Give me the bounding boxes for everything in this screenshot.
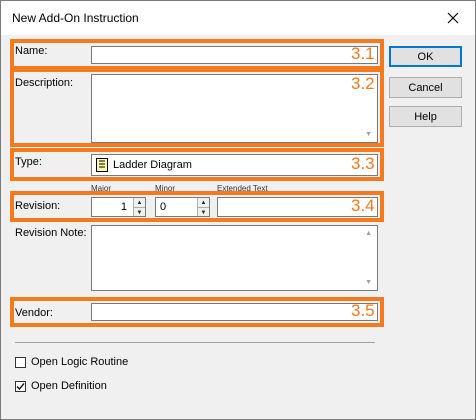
annotation-label-type: 3.3 (351, 154, 375, 173)
annotation-box-type (10, 148, 384, 181)
annotation-label-name: 3.1 (351, 44, 375, 63)
open-logic-routine-checkbox[interactable] (15, 357, 26, 368)
add-on-instruction-dialog: New Add-On Instruction Name: 3.1 Descrip… (0, 0, 476, 420)
cancel-button[interactable]: Cancel (389, 77, 462, 98)
help-button[interactable]: Help (389, 106, 462, 127)
scroll-up-icon[interactable]: ▲ (365, 230, 372, 237)
checkmark-icon (16, 383, 25, 390)
close-icon (447, 12, 459, 24)
annotation-label-revision: 3.4 (351, 196, 375, 215)
open-definition-checkbox[interactable] (15, 381, 26, 392)
annotation-label-description: 3.2 (351, 74, 375, 93)
annotation-box-description (10, 68, 384, 147)
ok-button[interactable]: OK (389, 46, 462, 67)
open-logic-routine-label[interactable]: Open Logic Routine (31, 356, 128, 368)
open-definition-label[interactable]: Open Definition (31, 380, 107, 392)
dialog-title: New Add-On Instruction (12, 11, 139, 25)
annotation-box-revision (10, 191, 384, 222)
annotation-box-name (10, 39, 384, 70)
revision-note-textarea[interactable]: ▲ ▼ (91, 225, 378, 291)
annotation-box-vendor (10, 297, 384, 327)
title-bar: New Add-On Instruction (1, 1, 475, 35)
close-button[interactable] (431, 1, 475, 35)
scroll-down-icon[interactable]: ▼ (365, 279, 372, 286)
separator (15, 342, 375, 343)
annotation-label-vendor: 3.5 (351, 301, 375, 320)
revision-note-label: Revision Note: (15, 227, 87, 239)
